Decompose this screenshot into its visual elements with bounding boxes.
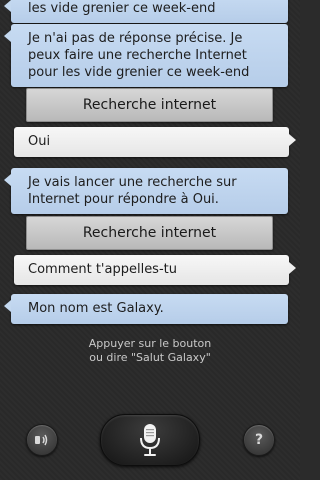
hint-line-2: ou dire "Salut Galaxy"	[89, 351, 211, 364]
web-search-button[interactable]: Recherche internet	[26, 88, 273, 122]
s-voice-screen: les vide grenier ce week-end Je n'ai pas…	[0, 0, 300, 480]
button-label: Recherche internet	[82, 97, 217, 113]
help-button[interactable]: ?	[243, 424, 275, 456]
message-text: Je vais lancer une recherche sur Interne…	[28, 175, 237, 207]
message-text: Oui	[28, 134, 51, 149]
message-text: Mon nom est Galaxy.	[28, 301, 164, 316]
message-text: Je n'ai pas de réponse précise. Je peux …	[28, 31, 250, 80]
speaker-icon	[35, 434, 48, 446]
user-message: Oui	[14, 127, 296, 157]
galaxy-message: Mon nom est Galaxy.	[4, 294, 288, 324]
hint-line-1: Appuyer sur le bouton	[88, 337, 212, 350]
microphone-button[interactable]	[100, 414, 200, 466]
speaker-button[interactable]	[26, 424, 58, 456]
galaxy-message: Je vais lancer une recherche sur Interne…	[4, 168, 288, 214]
voice-hint: Appuyer sur le bouton ou dire "Salut Gal…	[0, 337, 300, 365]
galaxy-message: Je n'ai pas de réponse précise. Je peux …	[4, 24, 288, 87]
message-text: les vide grenier ce week-end	[28, 1, 216, 16]
button-label: Recherche internet	[82, 225, 217, 241]
help-icon: ?	[254, 432, 264, 448]
message-text: Comment t'appelles-tu	[28, 262, 177, 277]
user-message: Comment t'appelles-tu	[14, 255, 296, 285]
web-search-button[interactable]: Recherche internet	[26, 216, 273, 250]
control-bar: ?	[0, 400, 300, 480]
microphone-icon	[140, 424, 160, 456]
galaxy-message: les vide grenier ce week-end	[4, 0, 288, 23]
